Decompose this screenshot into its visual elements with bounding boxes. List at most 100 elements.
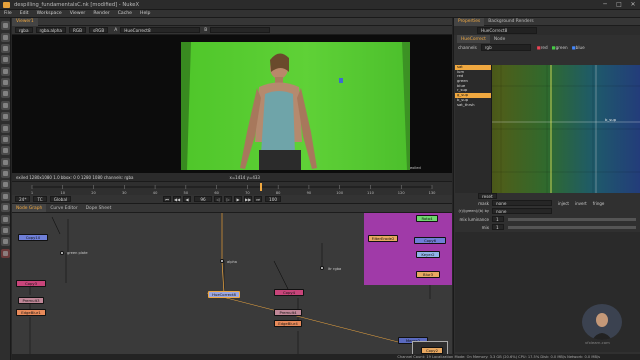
furnace-tools-icon[interactable] bbox=[0, 203, 10, 213]
viewer-corner-label: exiled bbox=[410, 166, 421, 170]
tab-node-graph[interactable]: Node Graph bbox=[12, 204, 47, 212]
mix-slider[interactable] bbox=[508, 225, 636, 229]
mask-inject-checkbox[interactable]: inject bbox=[558, 201, 569, 206]
node-huecorrect8[interactable]: HueCorrect8 bbox=[208, 291, 240, 298]
tab-node[interactable]: Node bbox=[490, 35, 509, 43]
node-dot[interactable] bbox=[60, 251, 64, 255]
mask-invert-checkbox[interactable]: invert bbox=[575, 201, 587, 206]
first-frame-button[interactable]: ⏮ bbox=[163, 196, 172, 202]
b-input-label: B bbox=[204, 27, 208, 33]
gizmo-tools-icon[interactable] bbox=[0, 237, 10, 247]
r-by-row: (r)/(green)/(b) by none bbox=[455, 207, 640, 215]
color-tools-icon[interactable] bbox=[0, 66, 10, 76]
node-premult4[interactable]: Premult4 bbox=[274, 309, 302, 316]
node-premult3[interactable]: Premult3 bbox=[18, 297, 44, 304]
last-frame-button[interactable]: ⏭ bbox=[254, 196, 263, 202]
colorspace-select[interactable]: RGB bbox=[69, 27, 87, 33]
tab-huecorrect[interactable]: HueCorrect bbox=[457, 35, 490, 43]
node-copy3[interactable]: Copy3 bbox=[16, 280, 46, 287]
tab-background-renders[interactable]: Background Renders bbox=[484, 18, 538, 26]
r-by-select[interactable]: none bbox=[492, 208, 552, 214]
timecode-toggle[interactable]: TC bbox=[33, 196, 47, 202]
channels-select[interactable]: rgb bbox=[480, 44, 531, 51]
menu-workspace[interactable]: Workspace bbox=[33, 11, 66, 16]
node-edgeblur1[interactable]: EdgeBlur1 bbox=[16, 309, 46, 316]
prev-keyframe-button[interactable]: ◀◀ bbox=[173, 196, 182, 202]
channels-select[interactable]: rgba bbox=[15, 27, 33, 33]
deep-tools-icon[interactable] bbox=[0, 169, 10, 179]
keyer-tools-icon[interactable] bbox=[0, 89, 10, 99]
prev-frame-button[interactable]: ◀ bbox=[183, 196, 192, 202]
menu-edit[interactable]: Edit bbox=[16, 11, 33, 16]
next-frame-button[interactable]: ▶ bbox=[234, 196, 243, 202]
timeline-track[interactable] bbox=[32, 186, 432, 188]
b-input-select[interactable] bbox=[210, 27, 271, 33]
toolsets-icon[interactable] bbox=[0, 180, 10, 190]
node-copy4[interactable]: Copy4 bbox=[274, 289, 304, 296]
alpha-select[interactable]: rgba.alpha bbox=[35, 27, 67, 33]
merge-tools-icon[interactable] bbox=[0, 100, 10, 110]
3d-tools-icon[interactable] bbox=[0, 123, 10, 133]
play-button[interactable]: ▷ bbox=[224, 196, 233, 202]
timeline[interactable]: 1 10 20 30 40 50 60 70 80 90 100 110 120 130 bbox=[12, 181, 452, 195]
views-tools-icon[interactable] bbox=[0, 134, 10, 144]
node-copy6[interactable]: Copy6 bbox=[414, 237, 446, 244]
menubar: File Edit Workspace Viewer Render Cache … bbox=[0, 10, 640, 18]
timeline-ruler[interactable]: 1 10 20 30 40 50 60 70 80 90 100 110 120 130 bbox=[12, 182, 452, 196]
menu-render[interactable]: Render bbox=[89, 11, 113, 16]
close-button[interactable]: ✕ bbox=[626, 1, 640, 8]
tab-dope-sheet[interactable]: Dope Sheet bbox=[82, 204, 116, 212]
current-frame-field[interactable]: 96 bbox=[194, 196, 213, 202]
node-name-field[interactable]: HueCorrect8 bbox=[477, 27, 537, 34]
image-tools-icon[interactable] bbox=[0, 21, 10, 31]
channel-tools-icon[interactable] bbox=[0, 55, 10, 65]
tab-viewer1[interactable]: Viewer1 bbox=[12, 17, 38, 26]
node-filtererode2[interactable]: FilterErode2 bbox=[368, 235, 398, 242]
minimize-button[interactable]: ─ bbox=[598, 1, 612, 8]
node-blur3[interactable]: Blur3 bbox=[416, 271, 440, 278]
node-copy2[interactable]: Copy2 bbox=[412, 341, 448, 355]
mix-luminance-slider[interactable] bbox=[508, 217, 636, 221]
node-keyer2[interactable]: Keyer2 bbox=[416, 251, 440, 258]
fps-field[interactable]: 24* bbox=[15, 196, 31, 202]
end-frame-field[interactable]: 100 bbox=[265, 196, 282, 202]
tab-properties[interactable]: Properties bbox=[454, 17, 485, 26]
mix-field[interactable]: 1 bbox=[492, 224, 504, 230]
mask-fringe-checkbox[interactable]: fringe bbox=[593, 201, 605, 206]
time-tools-icon[interactable] bbox=[0, 43, 10, 53]
node-copy10[interactable]: Copy10 bbox=[18, 234, 48, 241]
menu-cache[interactable]: Cache bbox=[114, 11, 136, 16]
mix-luminance-field[interactable]: 1 bbox=[492, 216, 504, 222]
timeline-playhead[interactable] bbox=[260, 183, 262, 191]
status-bar: Channel Count: 19 Localization Mode: On … bbox=[12, 354, 640, 360]
a-input-select[interactable]: HueCorrect8 bbox=[120, 27, 201, 33]
next-keyframe-button[interactable]: ▶▶ bbox=[244, 196, 253, 202]
menu-viewer[interactable]: Viewer bbox=[66, 11, 90, 16]
transform-tools-icon[interactable] bbox=[0, 112, 10, 122]
node-roto4[interactable]: Roto4 bbox=[416, 215, 438, 222]
play-backward-button[interactable]: ◁ bbox=[214, 196, 223, 202]
menu-file[interactable]: File bbox=[0, 11, 16, 16]
menu-help[interactable]: Help bbox=[136, 11, 154, 16]
plugin-tools-icon[interactable] bbox=[0, 248, 10, 258]
ocula-tools-icon[interactable] bbox=[0, 214, 10, 224]
draw-tools-icon[interactable] bbox=[0, 32, 10, 42]
node-dot-3[interactable] bbox=[320, 266, 324, 270]
reset-button[interactable]: reset bbox=[478, 193, 497, 199]
lut-select[interactable]: sRGB bbox=[89, 27, 109, 33]
mask-select[interactable]: none bbox=[492, 200, 552, 206]
node-edgeblur4[interactable]: EdgeBlur4 bbox=[274, 320, 302, 327]
node-graph[interactable]: Copy10 green plate Copy3 Premult3 EdgeBl… bbox=[12, 213, 452, 360]
curve-item-sat-thrsh[interactable]: sat_thrsh bbox=[455, 102, 491, 108]
maximize-button[interactable]: □ bbox=[612, 1, 626, 8]
node-toolbar bbox=[0, 18, 11, 360]
particles-tools-icon[interactable] bbox=[0, 157, 10, 167]
cara-vr-tools-icon[interactable] bbox=[0, 225, 10, 235]
metadata-tools-icon[interactable] bbox=[0, 146, 10, 156]
frame-range-select[interactable]: Global bbox=[49, 196, 72, 202]
node-dot-2[interactable] bbox=[220, 259, 224, 263]
annotation-green-plate: green plate bbox=[67, 251, 88, 255]
tab-curve-editor[interactable]: Curve Editor bbox=[46, 204, 81, 212]
other-tools-icon[interactable] bbox=[0, 191, 10, 201]
filter-tools-icon[interactable] bbox=[0, 78, 10, 88]
